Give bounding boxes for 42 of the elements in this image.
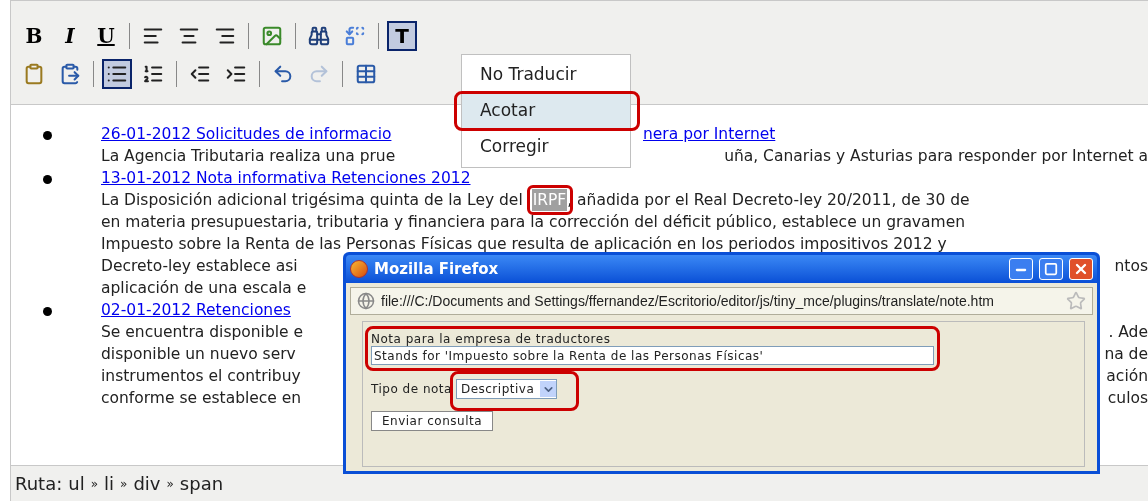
underline-button[interactable]: U: [91, 21, 121, 51]
path-arrow-text: »: [120, 475, 128, 493]
note-field[interactable]: Stands for 'Impuesto sobre la Renta de las Personas Físicas': [371, 346, 934, 365]
menu-item[interactable]: Acotar: [462, 93, 630, 129]
note-type-select[interactable]: Descriptiva: [455, 379, 558, 399]
paragraph-text: disponible un nuevo serv: [101, 344, 296, 365]
paragraph-text: ntos: [1114, 257, 1148, 275]
paragraph-text: La Agencia Tributaria realiza una prue: [101, 146, 396, 167]
translate-button[interactable]: T: [387, 21, 417, 51]
menu-item[interactable]: No Traducir: [462, 57, 630, 93]
status-label: Ruta:: [15, 472, 63, 496]
path-element-text[interactable]: li: [104, 470, 115, 497]
paragraph-text: aplicación de una escala e: [101, 278, 307, 299]
paragraph-text: . Ade: [1108, 323, 1148, 341]
paragraph-text: conforme se establece en: [101, 388, 302, 409]
menu-item[interactable]: Corregir: [462, 129, 630, 165]
paragraph-text: Impuesto sobre la Renta de las Personas Físicas que resulta de aplicación en los periodos impositivos 2012 y: [101, 234, 947, 255]
paragraph-text: na de: [1104, 345, 1148, 363]
field-label: Tipo de nota: [371, 381, 452, 398]
news-link[interactable]: nera por Internet: [643, 125, 776, 143]
path-arrow-text: »: [90, 475, 99, 493]
path-element-text[interactable]: div: [133, 470, 161, 497]
paragraph-text: instrumentos el contribuy: [101, 366, 301, 387]
submit-button[interactable]: Enviar consulta: [371, 411, 494, 431]
field-label: Nota para la empresa de traductores: [371, 332, 612, 346]
italic-button[interactable]: I: [55, 21, 85, 51]
window-title: Mozilla Firefox: [374, 258, 500, 280]
url-text[interactable]: file:///C:/Documents and Settings/ffernandez/Escritorio/editor/js/tiny_mce/plugins/translate/note.htm: [381, 290, 1060, 312]
news-link[interactable]: 26-01-2012 Solicitudes de informacio: [101, 123, 392, 145]
bold-button[interactable]: B: [19, 21, 49, 51]
paragraph-text: culos: [1107, 389, 1148, 407]
path-element-text[interactable]: ul: [68, 470, 85, 497]
path-arrow-text: »: [166, 475, 174, 493]
paragraph-text: Se encuentra disponible e: [101, 322, 304, 343]
paragraph-text: ación: [1106, 367, 1148, 385]
paragraph-text: La Disposición adicional trigésima quinta de la Ley del: [101, 190, 524, 211]
news-link[interactable]: 02-01-2012 Retenciones: [101, 299, 291, 321]
path-element-text[interactable]: span: [179, 470, 224, 497]
paragraph-text: en materia presupuestaria, tributaria y financiera para la corrección del déficit público, establece un gravamen: [101, 212, 965, 233]
paragraph-text: uña, Canarias y Asturias para responder por Internet a: [724, 147, 1148, 165]
news-link[interactable]: 13-01-2012 Nota informativa Retenciones 2012: [101, 167, 471, 189]
paragraph-text: Decreto-ley establece asi: [101, 256, 298, 277]
